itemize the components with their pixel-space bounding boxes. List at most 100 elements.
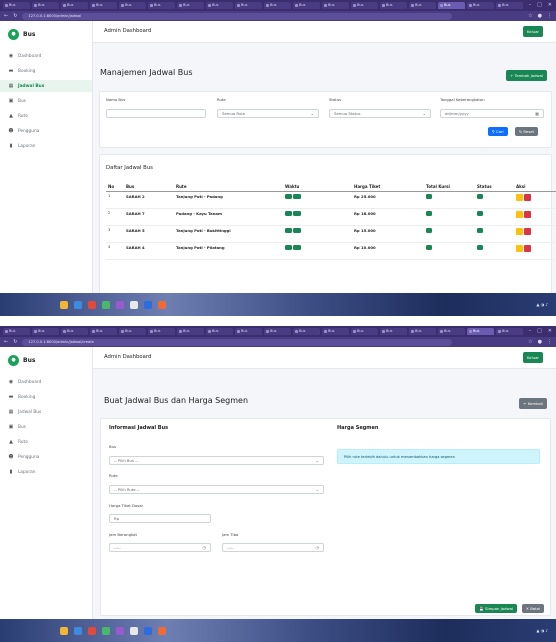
folder-icon[interactable] (60, 300, 68, 309)
browser-tab[interactable]: Bus (177, 328, 204, 335)
chrome-icon[interactable] (88, 300, 96, 309)
logout-button[interactable]: Keluar (523, 26, 543, 37)
chrome-icon[interactable] (88, 626, 96, 635)
sidebar-item-bus[interactable]: ▣ Bus (0, 421, 92, 433)
app-icon[interactable] (130, 300, 138, 309)
browser-tab[interactable]: Bus (264, 2, 291, 9)
edit-button[interactable] (516, 211, 523, 218)
cancel-button[interactable]: ✕ Batal (521, 604, 544, 613)
profile-icon[interactable]: ● (538, 13, 542, 19)
minimize-icon[interactable]: – (529, 0, 532, 11)
jam-berangkat-input[interactable]: --:-- ◷ (109, 543, 211, 552)
browser-tab[interactable]: Bus (206, 328, 233, 335)
add-schedule-button[interactable]: + Tambah Jadwal (506, 70, 547, 81)
brand[interactable]: ● Bus (0, 347, 92, 372)
app-icon[interactable] (144, 300, 152, 309)
delete-button[interactable] (524, 245, 531, 252)
sidebar-item-laporan[interactable]: ▮ Laporan (0, 466, 92, 478)
menu-icon[interactable]: ⋮ (547, 339, 552, 345)
edit-button[interactable] (516, 245, 523, 252)
browser-tab[interactable]: Bus (148, 328, 175, 335)
browser-tab[interactable]: Bus (235, 328, 262, 335)
sidebar-item-pengguna[interactable]: ☻ Pengguna (0, 125, 92, 137)
browser-tab[interactable]: Bus (90, 2, 117, 9)
browser-tab[interactable]: Bus (3, 328, 30, 335)
status-select[interactable]: Semua Status ⌄ (329, 109, 431, 118)
edge-icon[interactable] (74, 626, 82, 635)
sidebar-item-booking[interactable]: ▬ Booking (0, 65, 92, 77)
sidebar-item-bus[interactable]: ▣ Bus (0, 95, 92, 107)
calendar-icon[interactable]: ▦ (535, 110, 539, 117)
back-icon[interactable]: ← (4, 13, 8, 19)
app-icon[interactable] (158, 300, 166, 309)
url-field[interactable]: 127.0.0.1:8000/admin/jadwal/create (22, 338, 453, 346)
browser-tab[interactable]: Bus (90, 328, 117, 335)
maximize-icon[interactable]: □ (537, 0, 542, 11)
harga-input[interactable]: Rp (109, 514, 211, 523)
app-icon[interactable] (144, 626, 152, 635)
browser-tab[interactable]: Bus (61, 2, 88, 9)
browser-tab[interactable]: Bus (438, 328, 465, 335)
logout-button[interactable]: Keluar (523, 352, 543, 363)
clock-icon[interactable]: ◷ (203, 544, 207, 551)
browser-tab[interactable]: Bus (177, 2, 204, 9)
browser-tab[interactable]: Bus (409, 328, 436, 335)
save-schedule-button[interactable]: 💾 Simpan Jadwal (475, 604, 517, 613)
edge-icon[interactable] (74, 300, 82, 309)
browser-tab[interactable]: Bus (119, 328, 146, 335)
bus-name-input[interactable] (106, 109, 206, 118)
reset-button[interactable]: ↻ Reset (515, 127, 538, 136)
browser-tab[interactable]: Bus (380, 328, 407, 335)
browser-tab[interactable]: Bus (380, 2, 407, 9)
close-icon[interactable]: ✕ (548, 0, 552, 11)
browser-tab[interactable]: Bus (206, 2, 233, 9)
clock-icon[interactable]: ◷ (316, 544, 320, 551)
back-button[interactable]: ← Kembali (519, 398, 547, 409)
search-button[interactable]: ⚲ Cari (488, 127, 508, 136)
profile-icon[interactable]: ● (538, 339, 542, 345)
delete-button[interactable] (524, 211, 531, 218)
browser-tab[interactable]: Bus (351, 2, 378, 9)
browser-tab[interactable]: Bus (148, 2, 175, 9)
browser-tab[interactable]: Bus (32, 328, 59, 335)
sidebar-item-booking[interactable]: ▬ Booking (0, 391, 92, 403)
browser-tab[interactable]: Bus (351, 328, 378, 335)
browser-tab[interactable]: Bus (467, 328, 494, 335)
sidebar-item-jadwal[interactable]: ▦ Jadwal Bus (0, 406, 92, 418)
sidebar-item-jadwal[interactable]: ▦ Jadwal Bus (0, 80, 92, 92)
bus-select[interactable]: -- Pilih Bus -- ⌄ (109, 456, 324, 465)
delete-button[interactable] (524, 228, 531, 235)
close-icon[interactable]: ✕ (548, 326, 552, 337)
browser-tab[interactable]: Bus (264, 328, 291, 335)
browser-tab[interactable]: Bus (61, 328, 88, 335)
date-input[interactable]: dd/mm/yyyy ▦ (440, 109, 544, 118)
reload-icon[interactable]: ↻ (13, 13, 17, 19)
browser-tab[interactable]: Bus (496, 328, 523, 335)
browser-tab[interactable]: Bus (235, 2, 262, 9)
browser-tab[interactable]: Bus (322, 328, 349, 335)
browser-tab[interactable]: Bus (438, 2, 465, 9)
system-tray-icon[interactable]: ▲ ◑ ♪ (536, 628, 548, 633)
app-icon[interactable] (116, 626, 124, 635)
sidebar-item-laporan[interactable]: ▮ Laporan (0, 140, 92, 152)
minimize-icon[interactable]: – (529, 326, 532, 337)
sidebar-item-rute[interactable]: ▲ Rute (0, 436, 92, 448)
rute-select[interactable]: Semua Rute ⌄ (217, 109, 319, 118)
browser-tab[interactable]: Bus (467, 2, 494, 9)
star-icon[interactable]: ☆ (528, 13, 532, 19)
menu-icon[interactable]: ⋮ (547, 13, 552, 19)
folder-icon[interactable] (60, 626, 68, 635)
app-icon[interactable] (130, 626, 138, 635)
star-icon[interactable]: ☆ (528, 339, 532, 345)
browser-tab[interactable]: Bus (32, 2, 59, 9)
edit-button[interactable] (516, 194, 523, 201)
jam-tiba-input[interactable]: --:-- ◷ (222, 543, 324, 552)
app-icon[interactable] (102, 300, 110, 309)
delete-button[interactable] (524, 194, 531, 201)
edit-button[interactable] (516, 228, 523, 235)
browser-tab[interactable]: Bus (409, 2, 436, 9)
browser-tab[interactable]: Bus (119, 2, 146, 9)
sidebar-item-pengguna[interactable]: ☻ Pengguna (0, 451, 92, 463)
sidebar-item-dashboard[interactable]: ◉ Dashboard (0, 376, 92, 388)
app-icon[interactable] (102, 626, 110, 635)
